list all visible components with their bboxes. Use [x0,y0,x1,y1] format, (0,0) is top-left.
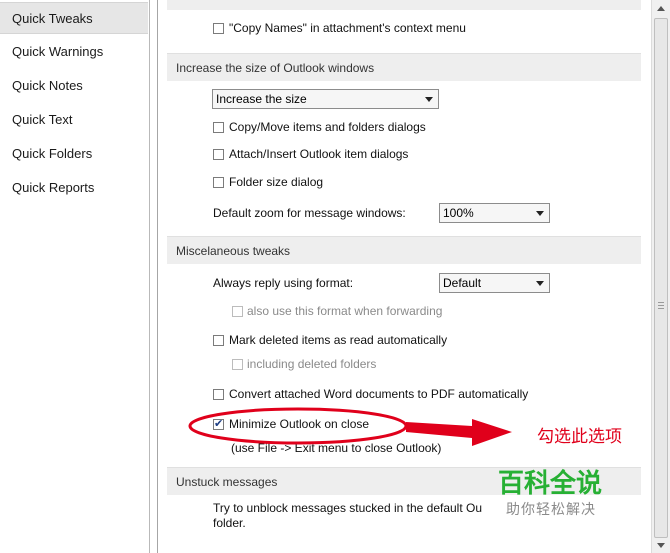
scroll-grip-line [658,302,664,303]
chevron-down-icon [536,281,544,286]
sidebar-item-quick-folders[interactable]: Quick Folders [0,138,148,170]
mark-deleted-checkbox[interactable] [213,335,224,346]
scroll-down-arrow-icon[interactable] [657,543,665,548]
reply-format-select[interactable]: Default [439,273,550,293]
sidebar-item-quick-reports[interactable]: Quick Reports [0,172,148,204]
including-deleted-label: including deleted folders [247,357,377,371]
copy-move-label: Copy/Move items and folders dialogs [229,120,426,134]
also-use-format-label: also use this format when forwarding [247,304,443,318]
default-zoom-label: Default zoom for message windows: [213,206,406,220]
sidebar-item-quick-tweaks[interactable]: Quick Tweaks [0,2,148,34]
attach-insert-label: Attach/Insert Outlook item dialogs [229,147,409,161]
vertical-scrollbar[interactable] [651,0,670,553]
scroll-grip-line [658,305,664,306]
watermark-subtitle: 助你轻松解决 [506,502,596,518]
copy-move-checkbox[interactable] [213,122,224,133]
mark-deleted-label: Mark deleted items as read automatically [229,333,448,347]
attach-insert-checkbox[interactable] [213,149,224,160]
minimize-outlook-checkbox[interactable] [213,417,224,430]
reply-format-label: Always reply using format: [213,276,354,290]
callout-text: 勾选此选项 [537,427,622,447]
sidebar-item-quick-warnings[interactable]: Quick Warnings [0,36,148,68]
minimize-outlook-hint: (use File -> Exit menu to close Outlook) [231,441,442,455]
copy-names-label: "Copy Names" in attachment's context men… [229,21,466,35]
folder-size-checkbox[interactable] [213,177,224,188]
sidebar: Quick Tweaks Quick Warnings Quick Notes … [0,0,150,553]
section-header-top [167,0,641,10]
sidebar-item-quick-notes[interactable]: Quick Notes [0,70,148,102]
default-zoom-select[interactable]: 100% [439,203,550,223]
scrollbar-thumb[interactable] [654,18,668,538]
including-deleted-checkbox[interactable] [232,359,243,370]
watermark-logo: 百科全说 [498,469,603,499]
scroll-up-arrow-icon[interactable] [657,6,665,11]
unstuck-text-line1: Try to unblock messages stucked in the d… [213,501,483,515]
reply-format-value: Default [443,276,482,290]
section-header-misc: Miscelaneous tweaks [167,236,641,264]
convert-word-checkbox[interactable] [213,389,224,400]
default-zoom-value: 100% [443,206,474,220]
chevron-down-icon [536,211,544,216]
sidebar-item-quick-text[interactable]: Quick Text [0,104,148,136]
increase-size-select[interactable]: Increase the size [212,89,439,109]
scroll-grip-line [658,308,664,309]
also-use-format-checkbox[interactable] [232,306,243,317]
folder-size-label: Folder size dialog [229,175,324,189]
chevron-down-icon [425,97,433,102]
convert-word-label: Convert attached Word documents to PDF a… [229,387,529,401]
unstuck-text-line2: folder. [213,516,246,530]
increase-size-select-value: Increase the size [216,92,307,106]
copy-names-checkbox[interactable] [213,23,224,34]
section-header-increase-size: Increase the size of Outlook windows [167,53,641,81]
minimize-outlook-label: Minimize Outlook on close [229,417,370,431]
